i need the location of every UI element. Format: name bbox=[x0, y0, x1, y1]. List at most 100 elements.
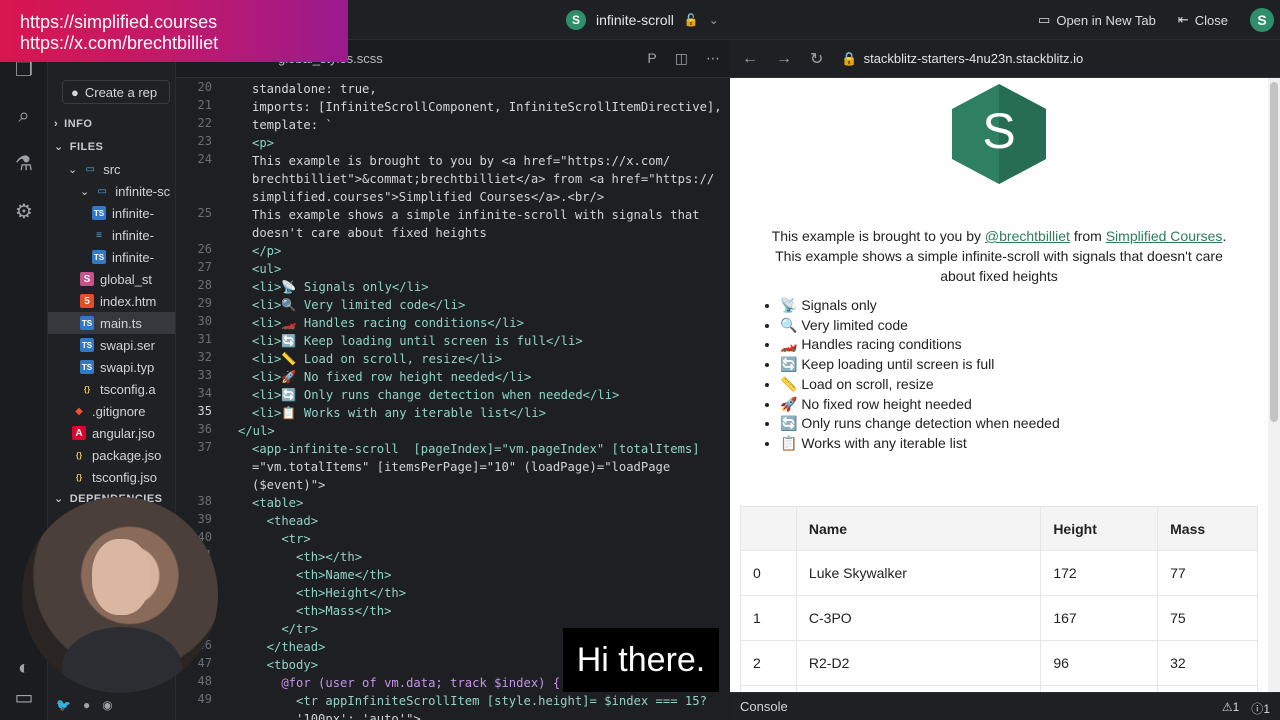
file-tree-item[interactable]: {} tsconfig.jso bbox=[48, 466, 175, 488]
project-title-area[interactable]: S infinite-scroll 🔓 ⌄ bbox=[566, 10, 719, 30]
close-button[interactable]: ⇤ Close bbox=[1178, 12, 1228, 28]
file-tree-item[interactable]: TS swapi.typ bbox=[48, 356, 175, 378]
table-cell: 75 bbox=[1157, 595, 1258, 641]
intro-line-2: This example shows a simple infinite-scr… bbox=[775, 248, 1223, 284]
prettier-icon[interactable]: P bbox=[647, 50, 656, 67]
code-line: <ul> bbox=[252, 262, 282, 276]
code-line: <th>Height</th> bbox=[252, 586, 407, 600]
code-line: template: ` bbox=[252, 118, 333, 132]
file-tree-label: tsconfig.a bbox=[100, 381, 156, 397]
chevron-right-icon: › bbox=[54, 118, 59, 130]
close-preview-icon: ⇤ bbox=[1177, 12, 1189, 27]
intro-prefix: This example is brought to you by bbox=[771, 228, 985, 244]
code-line: standalone: true, bbox=[252, 82, 377, 96]
discord-icon[interactable]: ◉ bbox=[102, 698, 112, 712]
feature-item: 📏 Load on scroll, resize bbox=[780, 375, 1060, 395]
file-tree-label: infinite- bbox=[112, 205, 154, 221]
line-number: 38 bbox=[197, 494, 212, 508]
theme-toggle-icon[interactable]: ◐ bbox=[12, 656, 36, 680]
file-tree-label: main.ts bbox=[100, 315, 142, 331]
code-line: </thead> bbox=[252, 640, 326, 654]
file-tree-item[interactable]: {} tsconfig.a bbox=[48, 378, 175, 400]
file-tree-label: index.htm bbox=[100, 293, 157, 309]
table-header: Height bbox=[1040, 506, 1159, 551]
section-files[interactable]: ⌄ FILES bbox=[54, 140, 103, 154]
code-line: <tr appInfiniteScrollItem [style.height]… bbox=[252, 694, 707, 708]
file-tree-item[interactable]: ◆ .gitignore bbox=[48, 400, 175, 422]
gear-icon[interactable]: ⚙ bbox=[12, 200, 36, 224]
line-number: 29 bbox=[197, 296, 212, 310]
section-info[interactable]: › INFO bbox=[54, 118, 92, 130]
url-field[interactable]: 🔒 stackblitz-starters-4nu23n.stackblitz.i… bbox=[841, 51, 1083, 67]
file-tree-item[interactable]: ≡ infinite- bbox=[48, 224, 175, 246]
console-bar[interactable]: Console ⚠1 ⓘ1 bbox=[730, 692, 1280, 720]
simplified-courses-link[interactable]: Simplified Courses bbox=[1106, 228, 1223, 244]
feature-item: 🏎️ Handles racing conditions bbox=[780, 335, 1060, 355]
back-icon[interactable]: ← bbox=[742, 50, 758, 68]
table-row: 1 C-3PO 167 75 bbox=[740, 595, 1258, 641]
file-tree-item[interactable]: TS swapi.ser bbox=[48, 334, 175, 356]
file-tree-item[interactable]: {} package.jso bbox=[48, 444, 175, 466]
file-tree-item[interactable]: ⌄ ▭ infinite-sc bbox=[48, 180, 175, 202]
flask-icon[interactable]: ⚗ bbox=[12, 152, 36, 176]
line-number: 36 bbox=[197, 422, 212, 436]
line-number: 21 bbox=[197, 98, 212, 112]
scss-file-icon: S bbox=[80, 272, 94, 286]
line-number: 30 bbox=[197, 314, 212, 328]
table-cell: Luke Skywalker bbox=[795, 550, 1042, 596]
code-line: brechtbilliet">&commat;brechtbilliet</a>… bbox=[252, 172, 715, 186]
file-tree-item[interactable]: 5 index.htm bbox=[48, 290, 175, 312]
more-icon[interactable]: ⋯ bbox=[706, 50, 720, 67]
line-number: 27 bbox=[197, 260, 212, 274]
table-row: 2 R2-D2 96 32 bbox=[740, 640, 1258, 686]
search-icon[interactable]: ⌕ bbox=[12, 104, 36, 128]
code-line: <tbody> bbox=[252, 658, 319, 672]
file-tree-item[interactable]: ⌄ ▭ src bbox=[48, 158, 175, 180]
code-line: <li>📡 Signals only</li> bbox=[252, 280, 429, 294]
file-tree-item[interactable]: TS infinite- bbox=[48, 246, 175, 268]
reload-icon[interactable]: ↻ bbox=[810, 49, 823, 69]
open-new-tab-button[interactable]: ▭ Open in New Tab bbox=[1038, 12, 1156, 28]
project-title: infinite-scroll bbox=[596, 12, 674, 28]
chevron-down-icon[interactable]: ⌄ bbox=[709, 13, 719, 27]
info-icon: ⓘ bbox=[1251, 702, 1264, 716]
forward-icon[interactable]: → bbox=[776, 50, 792, 68]
table-cell: C-3PO bbox=[795, 595, 1042, 641]
line-number: 31 bbox=[197, 332, 212, 346]
line-number: 25 bbox=[197, 206, 212, 220]
code-line: ($event)"> bbox=[252, 478, 326, 492]
folder-icon: ▭ bbox=[85, 163, 95, 175]
chevron-down-icon: ⌄ bbox=[80, 185, 90, 198]
table-cell: 167 bbox=[1040, 595, 1159, 641]
ts-file-icon: TS bbox=[80, 316, 94, 330]
html-file-icon: 5 bbox=[80, 294, 94, 308]
code-line: @for (user of vm.data; track $index) { bbox=[252, 676, 561, 690]
preview-scrollbar[interactable] bbox=[1268, 78, 1280, 692]
code-line: simplified.courses">Simplified Courses</… bbox=[252, 190, 605, 204]
avatar[interactable]: S bbox=[1250, 8, 1274, 32]
line-number: 34 bbox=[197, 386, 212, 400]
code-line: <th>Mass</th> bbox=[252, 604, 392, 618]
file-tree-item[interactable]: Sglobal_st bbox=[48, 268, 175, 290]
info-count: ⓘ1 bbox=[1251, 702, 1270, 716]
code-line: '100px': 'auto'"> bbox=[252, 712, 421, 720]
twitter-link[interactable]: @brechtbilliet bbox=[985, 228, 1070, 244]
file-tree-item[interactable]: TS infinite- bbox=[48, 202, 175, 224]
file-tree-label: .gitignore bbox=[92, 403, 146, 419]
file-tree-label: swapi.typ bbox=[100, 359, 155, 375]
create-repo-button[interactable]: ● Create a rep bbox=[62, 80, 170, 104]
split-editor-icon[interactable]: ◫ bbox=[675, 50, 688, 67]
file-tree-item[interactable]: TS main.ts bbox=[48, 312, 175, 334]
lock-icon: 🔒 bbox=[841, 50, 858, 66]
line-number: 23 bbox=[197, 134, 212, 148]
url-text: stackblitz-starters-4nu23n.stackblitz.io bbox=[863, 51, 1084, 66]
github-icon[interactable]: ● bbox=[83, 698, 90, 712]
chevron-down-icon: ⌄ bbox=[68, 163, 78, 176]
line-number: 49 bbox=[197, 692, 212, 706]
twitter-icon[interactable]: 🐦 bbox=[56, 698, 71, 712]
file-tree-item[interactable]: Aangular.jso bbox=[48, 422, 175, 444]
social-links: 🐦 ● ◉ bbox=[56, 698, 113, 712]
code-line: <p> bbox=[252, 136, 275, 150]
panel-icon[interactable]: ▭ bbox=[12, 686, 36, 710]
file-tree-label: infinite- bbox=[112, 227, 154, 243]
